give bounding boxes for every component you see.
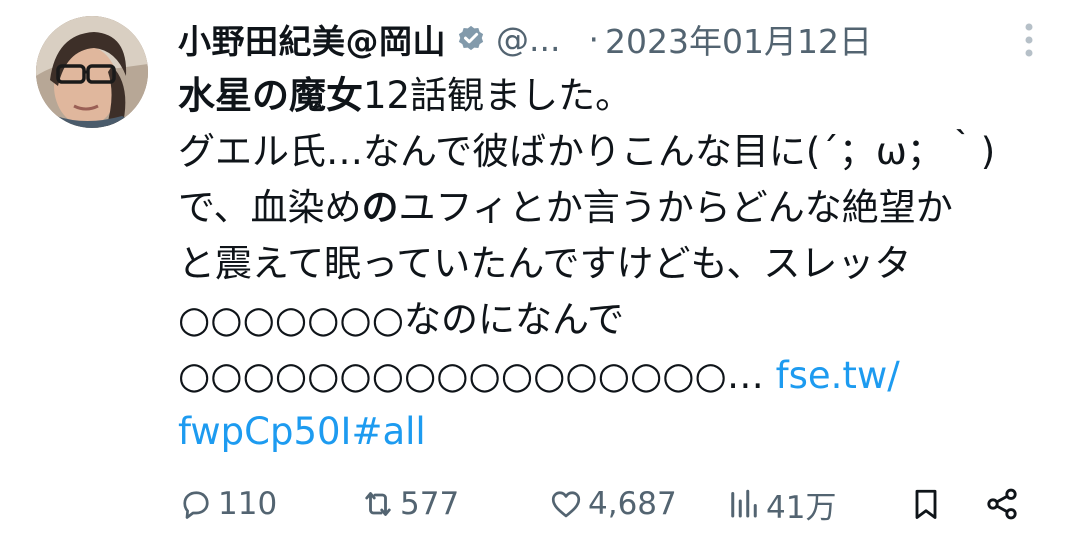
avatar[interactable]	[36, 16, 148, 128]
tweet-line-7: fwpCp50I#all	[178, 404, 1038, 460]
share-icon	[987, 488, 1017, 520]
views-button[interactable]: 41万	[726, 476, 836, 532]
retweet-icon	[365, 492, 391, 516]
author-name[interactable]: 小野田紀美@岡山	[178, 15, 446, 63]
tweet-line-6: ○○○○○○○○○○○○○○○○○… fse.tw/	[178, 348, 1038, 404]
tweet-line-3-a: で、血染め	[178, 186, 362, 229]
tweet-text: 水星の魔女12話観ました。 グエル氏…なんで彼ばかりこんな目に(´；ω；｀) で…	[178, 68, 1038, 460]
tweet-line-4: と震えて眠っていたんですけども、スレッタ	[178, 242, 912, 285]
views-icon	[731, 489, 757, 518]
avatar-image	[36, 16, 148, 128]
tweet[interactable]: 小野田紀美@岡山 @... · 2023年01月12日 水星の魔女12話観ました…	[0, 0, 1080, 551]
bookmark-button[interactable]	[908, 476, 948, 532]
tweet-line-2: グエル氏…なんで彼ばかりこんな目に(´；ω；｀)	[178, 130, 996, 173]
like-count: 4,687	[588, 486, 677, 522]
action-bar: 110 577 4,687 41万	[178, 476, 1038, 532]
tweet-line-3-bold: の	[361, 186, 399, 229]
views-count: 41万	[766, 489, 837, 526]
like-button[interactable]: 4,687	[548, 476, 677, 532]
tweet-date[interactable]: 2023年01月12日	[605, 15, 872, 63]
like-icon	[551, 491, 581, 518]
retweet-button[interactable]: 577	[360, 476, 459, 532]
tweet-bold-title: 水星の魔女	[178, 74, 363, 117]
tweet-line-3: で、血染めのユフィとか言うからどんな絶望か	[178, 180, 1038, 236]
reply-count: 110	[218, 486, 278, 522]
author-handle[interactable]: @...	[496, 20, 560, 59]
more-vertical-icon[interactable]	[1022, 22, 1036, 58]
reply-icon	[183, 491, 209, 519]
tweet-header: 小野田紀美@岡山 @... · 2023年01月12日	[178, 14, 872, 64]
tweet-line-5: ○○○○○○○なのになんで	[178, 298, 625, 341]
reply-button[interactable]: 110	[178, 476, 277, 532]
share-button[interactable]	[984, 476, 1024, 532]
bookmark-icon	[915, 489, 937, 519]
tweet-link-continued[interactable]: fwpCp50I#all	[178, 410, 426, 453]
tweet-line-6-text: ○○○○○○○○○○○○○○○○○…	[178, 354, 764, 397]
tweet-line-1: 水星の魔女12話観ました。	[178, 68, 1038, 124]
tweet-line-1-rest: 12話観ました。	[363, 74, 633, 117]
retweet-count: 577	[400, 486, 460, 522]
separator-dot: ·	[588, 19, 599, 59]
tweet-line-3-b: ユフィとか言うからどんな絶望か	[398, 186, 953, 229]
tweet-link[interactable]: fse.tw/	[776, 354, 900, 397]
verified-badge-icon	[458, 25, 484, 51]
